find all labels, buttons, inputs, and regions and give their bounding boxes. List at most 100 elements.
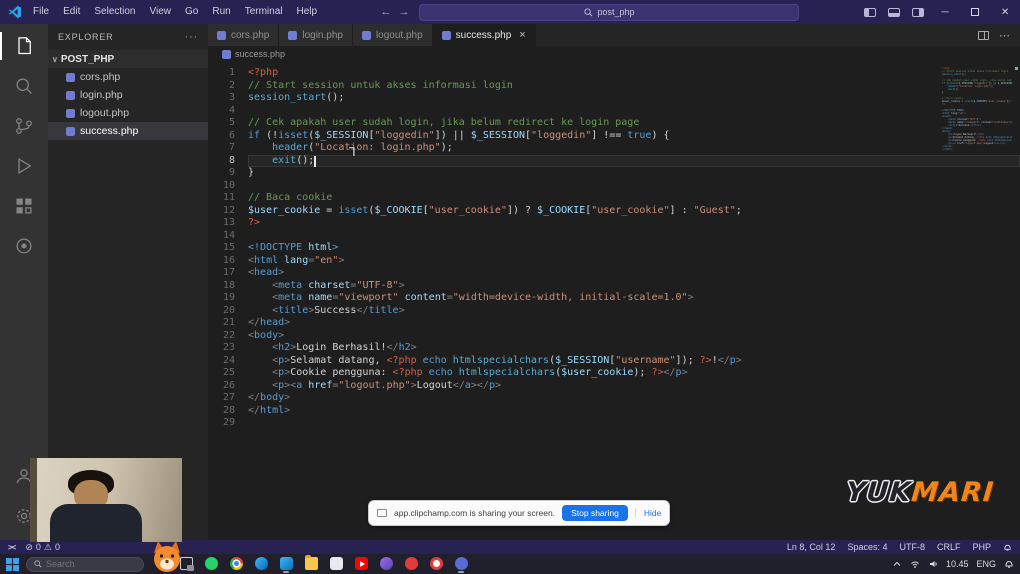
tray-chevron-icon[interactable] bbox=[892, 559, 902, 569]
taskbar-app-file-explorer[interactable] bbox=[302, 555, 320, 570]
code-line[interactable]: // Cek apakah user sudah login, jika bel… bbox=[248, 117, 1020, 130]
notifications-bell-icon[interactable] bbox=[1003, 543, 1012, 552]
sidebar-item-explorer[interactable] bbox=[0, 26, 48, 66]
taskbar-app-opera[interactable] bbox=[427, 555, 445, 570]
line-number[interactable]: 7 bbox=[208, 142, 235, 155]
code-lines[interactable]: <?php// Start session untuk akses inform… bbox=[248, 62, 1020, 540]
code-line[interactable]: } bbox=[248, 167, 1020, 180]
line-number[interactable]: 23 bbox=[208, 342, 235, 355]
panel-bottom-icon[interactable] bbox=[888, 7, 901, 17]
code-line[interactable] bbox=[248, 180, 1020, 193]
line-number[interactable]: 6 bbox=[208, 130, 235, 143]
sidebar-item-search[interactable] bbox=[0, 66, 48, 106]
code-line[interactable]: <p>Cookie pengguna: <?php echo htmlspeci… bbox=[248, 367, 1020, 380]
tab-cors.php[interactable]: cors.php bbox=[208, 24, 280, 46]
line-number[interactable]: 17 bbox=[208, 267, 235, 280]
code-line[interactable]: <head> bbox=[248, 267, 1020, 280]
windows-start-icon[interactable] bbox=[6, 557, 19, 571]
line-number[interactable]: 9 bbox=[208, 167, 235, 180]
line-number[interactable]: 3 bbox=[208, 92, 235, 105]
nav-back-icon[interactable]: ← bbox=[377, 6, 395, 18]
code-line[interactable] bbox=[248, 417, 1020, 430]
file-item-cors.php[interactable]: cors.php bbox=[48, 68, 208, 86]
menu-selection[interactable]: Selection bbox=[87, 0, 142, 24]
breadcrumb[interactable]: success.php bbox=[208, 46, 1020, 62]
line-number[interactable]: 26 bbox=[208, 380, 235, 393]
hide-sharing-bar-button[interactable]: Hide bbox=[634, 508, 661, 518]
taskbar-search-input[interactable] bbox=[46, 559, 126, 569]
line-number[interactable]: 13 bbox=[208, 217, 235, 230]
encoding[interactable]: UTF-8 bbox=[899, 542, 925, 552]
taskbar-search[interactable] bbox=[26, 556, 144, 572]
line-number[interactable]: 16 bbox=[208, 255, 235, 268]
taskbar-app-recorder[interactable] bbox=[402, 555, 420, 570]
remote-indicator[interactable]: >< bbox=[8, 543, 16, 552]
line-number[interactable]: 25 bbox=[208, 367, 235, 380]
indentation[interactable]: Spaces: 4 bbox=[847, 542, 887, 552]
line-number[interactable]: 4 bbox=[208, 105, 235, 118]
code-line[interactable]: <p><a href="logout.php">Logout</a></p> bbox=[248, 380, 1020, 393]
wifi-icon[interactable] bbox=[910, 559, 920, 569]
taskbar-app-vscode[interactable] bbox=[277, 555, 295, 573]
code-editor[interactable]: 1 2 3 4 5 6 7 8 9 10 11 12 13 14 15 16 17 18 19 20 21 22 23 24 2… bbox=[208, 62, 1020, 540]
close-button[interactable]: ✕ bbox=[990, 0, 1020, 24]
code-line[interactable] bbox=[248, 230, 1020, 243]
line-number[interactable]: 21 bbox=[208, 317, 235, 330]
problems-status[interactable]: ⊘ 0 ⚠ 0 bbox=[25, 542, 60, 553]
taskbar-app-chrome[interactable] bbox=[227, 555, 245, 570]
nav-forward-icon[interactable]: → bbox=[395, 6, 413, 18]
line-number[interactable]: 19 bbox=[208, 292, 235, 305]
tray-language[interactable]: ENG bbox=[976, 559, 996, 569]
code-line[interactable] bbox=[248, 105, 1020, 118]
menu-help[interactable]: Help bbox=[290, 0, 325, 24]
taskbar-app-whatsapp[interactable] bbox=[202, 555, 220, 570]
tab-logout.php[interactable]: logout.php bbox=[352, 24, 433, 46]
menu-view[interactable]: View bbox=[143, 0, 179, 24]
gutter[interactable]: 1 2 3 4 5 6 7 8 9 10 11 12 13 14 15 16 17 18 19 20 21 22 23 24 2… bbox=[208, 62, 248, 540]
code-line[interactable]: </html> bbox=[248, 405, 1020, 418]
line-number[interactable]: 1 bbox=[208, 67, 235, 80]
stop-sharing-button[interactable]: Stop sharing bbox=[562, 505, 628, 521]
close-tab-icon[interactable]: × bbox=[519, 29, 525, 41]
tab-success.php[interactable]: success.php × bbox=[432, 24, 536, 46]
panel-right-icon[interactable] bbox=[912, 7, 925, 17]
line-number[interactable]: 28 bbox=[208, 405, 235, 418]
breadcrumb-file[interactable]: success.php bbox=[235, 49, 285, 59]
line-number[interactable]: 2 bbox=[208, 80, 235, 93]
code-line[interactable]: </body> bbox=[248, 392, 1020, 405]
code-line[interactable]: <?php bbox=[248, 67, 1020, 80]
line-number[interactable]: 29 bbox=[208, 417, 235, 430]
line-number[interactable]: 27 bbox=[208, 392, 235, 405]
code-line[interactable]: ?> bbox=[248, 217, 1020, 230]
maximize-button[interactable] bbox=[960, 0, 990, 24]
code-line[interactable]: <body> bbox=[248, 330, 1020, 343]
sidebar-item-extensions[interactable] bbox=[0, 186, 48, 226]
line-number[interactable]: 24 bbox=[208, 355, 235, 368]
menu-run[interactable]: Run bbox=[205, 0, 237, 24]
line-number[interactable]: 8 bbox=[208, 155, 235, 168]
code-line[interactable]: session_start(); bbox=[248, 92, 1020, 105]
minimize-button[interactable]: ─ bbox=[930, 0, 960, 24]
more-actions-icon[interactable]: ⋯ bbox=[999, 29, 1010, 42]
file-item-login.php[interactable]: login.php bbox=[48, 86, 208, 104]
code-line[interactable]: <meta name="viewport" content="width=dev… bbox=[248, 292, 1020, 305]
code-line[interactable]: <h2>Login Berhasil!</h2> bbox=[248, 342, 1020, 355]
split-editor-icon[interactable] bbox=[978, 30, 989, 40]
taskbar-app-photos[interactable] bbox=[327, 555, 345, 570]
menu-terminal[interactable]: Terminal bbox=[238, 0, 290, 24]
line-number[interactable]: 11 bbox=[208, 192, 235, 205]
command-center-search[interactable]: post_php bbox=[419, 3, 800, 21]
code-line[interactable]: <title>Success</title> bbox=[248, 305, 1020, 318]
language-mode[interactable]: PHP bbox=[972, 542, 991, 552]
cursor-position[interactable]: Ln 8, Col 12 bbox=[787, 542, 836, 552]
taskbar-app-purple-app[interactable] bbox=[377, 555, 395, 570]
line-number[interactable]: 14 bbox=[208, 230, 235, 243]
code-line[interactable]: exit(); bbox=[248, 154, 1020, 167]
explorer-more-actions[interactable]: ··· bbox=[185, 31, 198, 43]
menu-file[interactable]: File bbox=[26, 0, 56, 24]
code-line[interactable]: <meta charset="UTF-8"> bbox=[248, 280, 1020, 293]
sidebar-item-plugin[interactable] bbox=[0, 226, 48, 266]
code-line[interactable]: <p>Selamat datang, <?php echo htmlspecia… bbox=[248, 355, 1020, 368]
line-number[interactable]: 12 bbox=[208, 205, 235, 218]
menu-go[interactable]: Go bbox=[178, 0, 205, 24]
